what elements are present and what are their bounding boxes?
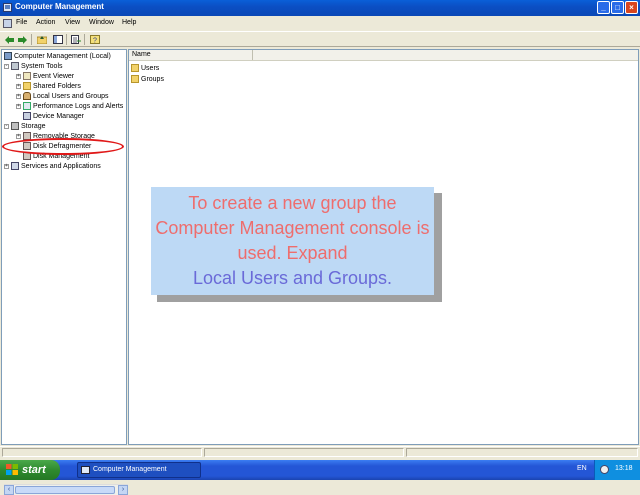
- start-label: start: [22, 464, 46, 476]
- taskbar-button-label: Computer Management: [93, 466, 167, 473]
- tree-item-performance-logs[interactable]: + Performance Logs and Alerts: [16, 101, 123, 111]
- menu-file[interactable]: File: [16, 19, 27, 26]
- scroll-right-icon[interactable]: ›: [118, 485, 128, 495]
- menu-help[interactable]: Help: [122, 19, 136, 26]
- expand-icon[interactable]: +: [16, 83, 21, 89]
- back-arrow-icon[interactable]: [4, 34, 15, 45]
- forward-arrow-icon[interactable]: [17, 34, 28, 45]
- collapse-icon[interactable]: -: [4, 63, 9, 69]
- list-item-groups[interactable]: Groups: [131, 74, 164, 84]
- title-bar[interactable]: Computer Management _ □ ×: [0, 0, 640, 16]
- console-tree[interactable]: Computer Management (Local) - System Too…: [1, 49, 128, 495]
- taskbar: start Computer Management EN 13:18: [0, 460, 640, 480]
- computer-management-icon: [4, 52, 12, 60]
- status-cell: [406, 448, 638, 457]
- status-cell: [204, 448, 404, 457]
- event-viewer-icon: [23, 72, 31, 80]
- expand-icon[interactable]: +: [16, 133, 21, 139]
- shared-folders-icon: [23, 82, 31, 90]
- folder-icon: [131, 75, 139, 83]
- status-cell: [2, 448, 202, 457]
- collapse-icon[interactable]: -: [4, 123, 9, 129]
- tree-item-shared-folders[interactable]: + Shared Folders: [16, 81, 81, 91]
- svg-text:?: ?: [93, 38, 97, 45]
- highlight-ellipse: [2, 138, 124, 155]
- windows-logo-icon: [6, 464, 18, 475]
- tree-item-device-manager[interactable]: Device Manager: [23, 111, 84, 121]
- expand-icon[interactable]: +: [16, 73, 21, 79]
- clock[interactable]: 13:18: [615, 465, 633, 472]
- status-bar: [0, 446, 640, 459]
- close-button[interactable]: ×: [625, 1, 638, 14]
- help-icon[interactable]: ?: [89, 34, 100, 45]
- system-tray: 13:18: [594, 460, 640, 480]
- computer-management-icon: [81, 466, 90, 474]
- tree-item-storage[interactable]: - Storage: [4, 121, 46, 131]
- expand-icon[interactable]: +: [16, 103, 21, 109]
- callout-text: To create a new group the Computer Manag…: [155, 193, 430, 263]
- tree-item-event-viewer[interactable]: + Event Viewer: [16, 71, 74, 81]
- menu-view[interactable]: View: [65, 19, 80, 26]
- performance-logs-icon: [23, 102, 31, 110]
- window-title: Computer Management: [15, 2, 104, 11]
- tree-horizontal-scrollbar[interactable]: ‹ ›: [4, 484, 128, 495]
- storage-icon: [11, 122, 19, 130]
- toolbar: ?: [0, 31, 640, 47]
- toolbar-separator: [31, 34, 32, 45]
- scroll-left-icon[interactable]: ‹: [4, 485, 14, 495]
- expand-icon[interactable]: +: [16, 93, 21, 99]
- show-hide-tree-icon[interactable]: [52, 34, 63, 45]
- maximize-button[interactable]: □: [611, 1, 624, 14]
- language-indicator[interactable]: EN: [577, 465, 587, 472]
- toolbar-separator: [84, 34, 85, 45]
- instruction-callout: To create a new group the Computer Manag…: [151, 187, 434, 295]
- expand-icon[interactable]: +: [4, 163, 9, 169]
- services-applications-icon: [11, 162, 19, 170]
- list-header: Name: [129, 50, 638, 61]
- callout-highlight-text: Local Users and Groups.: [192, 268, 393, 288]
- local-users-groups-icon: [23, 92, 31, 100]
- folder-icon: [131, 64, 139, 72]
- window-menu-icon[interactable]: [3, 19, 12, 28]
- system-tools-icon: [11, 62, 19, 70]
- list-item-users[interactable]: Users: [131, 63, 159, 73]
- tree-item-computer-management[interactable]: Computer Management (Local): [4, 51, 111, 61]
- scrollbar-thumb[interactable]: [15, 486, 115, 494]
- menu-bar: File Action View Window Help: [0, 17, 640, 30]
- computer-management-app-icon[interactable]: [3, 3, 12, 12]
- minimize-button[interactable]: _: [597, 1, 610, 14]
- device-manager-icon: [23, 112, 31, 120]
- up-folder-icon[interactable]: [36, 34, 47, 45]
- menu-action[interactable]: Action: [36, 19, 55, 26]
- menu-window[interactable]: Window: [89, 19, 114, 26]
- start-button[interactable]: start: [0, 460, 60, 480]
- tree-item-system-tools[interactable]: - System Tools: [4, 61, 63, 71]
- export-list-icon[interactable]: [70, 34, 81, 45]
- tray-icon[interactable]: [600, 465, 609, 474]
- toolbar-separator: [66, 34, 67, 45]
- column-header-name[interactable]: Name: [129, 50, 253, 60]
- tree-item-local-users-and-groups[interactable]: + Local Users and Groups: [16, 91, 108, 101]
- tree-item-services-and-applications[interactable]: + Services and Applications: [4, 161, 101, 171]
- taskbar-button-computer-management[interactable]: Computer Management: [77, 462, 201, 478]
